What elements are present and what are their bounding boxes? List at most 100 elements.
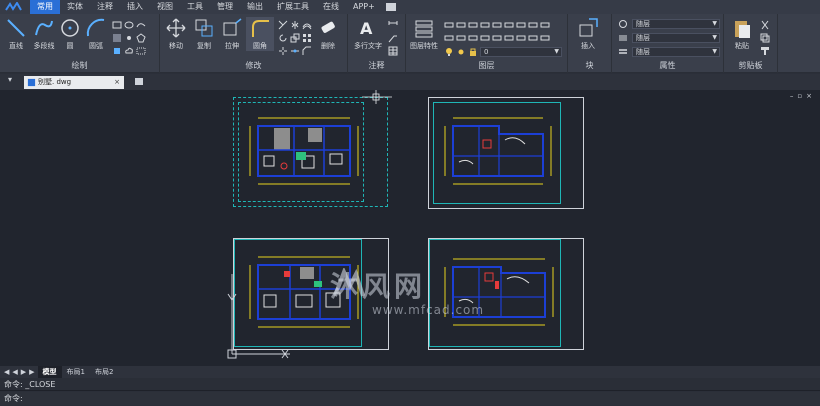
sun-icon[interactable] — [456, 47, 466, 57]
leader-icon[interactable] — [388, 33, 398, 43]
layer-tool-icon[interactable] — [540, 20, 550, 30]
app-logo-icon[interactable] — [0, 0, 30, 14]
offset-icon[interactable] — [302, 20, 312, 30]
layer-properties-button[interactable]: 图层特性 — [408, 17, 440, 51]
layer-tool-icon[interactable] — [516, 33, 526, 43]
rotate-icon[interactable] — [278, 33, 288, 43]
floor-plan-drawing — [444, 117, 552, 185]
layer-tool-icon[interactable] — [516, 20, 526, 30]
drawing-canvas[interactable]: –▫× 沐风网 www.mfcad.com — [0, 90, 820, 366]
circle-label: 圆 — [66, 42, 74, 50]
point-icon[interactable] — [124, 33, 134, 43]
layer-tool-icon[interactable] — [444, 20, 454, 30]
layer-tool-icon[interactable] — [492, 20, 502, 30]
tab-extended-tools[interactable]: 扩展工具 — [270, 0, 316, 14]
tab-model[interactable]: 模型 — [37, 366, 62, 378]
group-properties: 随层 ▼ 随层 ▼ 随层 ▼ 属性 — [612, 14, 724, 73]
copy-button[interactable]: 复制 — [190, 17, 218, 51]
tab-insert[interactable]: 插入 — [120, 0, 150, 14]
paste-button[interactable]: 粘贴 — [728, 17, 756, 51]
tab-online[interactable]: 在线 — [316, 0, 346, 14]
cut-icon[interactable] — [760, 20, 770, 30]
region-icon[interactable] — [112, 46, 122, 56]
layer-tool-icon[interactable] — [528, 20, 538, 30]
revcloud-icon[interactable] — [124, 46, 134, 56]
menu-dropdown-icon[interactable]: ▾ — [8, 75, 12, 84]
drawing-sheet-1[interactable] — [233, 97, 388, 207]
linear-dimension-icon[interactable] — [388, 20, 398, 30]
scale-icon[interactable] — [290, 33, 300, 43]
command-input-line[interactable]: 命令: — [0, 392, 820, 405]
layer-tool-icon[interactable] — [456, 20, 466, 30]
viewport-window-controls[interactable]: –▫× — [790, 92, 816, 100]
layer-tool-icon[interactable] — [468, 33, 478, 43]
tab-layout2[interactable]: 布局2 — [90, 366, 118, 378]
ellipse-icon[interactable] — [124, 20, 134, 30]
layer-tool-icon[interactable] — [468, 20, 478, 30]
group-clipboard: 粘贴 剪贴板 — [724, 14, 778, 73]
spline-icon[interactable] — [136, 20, 146, 30]
stretch-button[interactable]: 拉伸 — [218, 17, 246, 51]
layer-tool-icon[interactable] — [480, 33, 490, 43]
polyline-label: 多段线 — [33, 42, 55, 50]
layer-tool-icon[interactable] — [480, 20, 490, 30]
format-painter-icon[interactable] — [760, 46, 770, 56]
array-icon[interactable] — [302, 33, 312, 43]
new-tab-icon[interactable] — [134, 77, 144, 86]
insert-block-button[interactable]: 插入 — [574, 17, 602, 51]
hatch-icon[interactable] — [112, 33, 122, 43]
tab-tools[interactable]: 工具 — [180, 0, 210, 14]
tab-app-plus[interactable]: APP+ — [346, 0, 382, 14]
layer-tool-icon[interactable] — [528, 33, 538, 43]
layer-tool-icon[interactable] — [504, 20, 514, 30]
arc-button[interactable]: 圆弧 — [82, 17, 110, 51]
lineweight-dropdown[interactable]: 随层 ▼ — [632, 47, 720, 57]
lightbulb-icon[interactable] — [444, 47, 454, 57]
ribbon-minimize-icon[interactable] — [385, 3, 396, 11]
line-button[interactable]: 直线 — [2, 17, 30, 51]
stretch-icon — [223, 18, 242, 36]
polyline-button[interactable]: 多段线 — [30, 17, 58, 51]
join-icon[interactable] — [290, 46, 300, 56]
match-properties-icon[interactable] — [618, 19, 628, 29]
mirror-icon[interactable] — [290, 20, 300, 30]
layer-tool-icon[interactable] — [504, 33, 514, 43]
layer-tool-icon[interactable] — [456, 33, 466, 43]
linetype-dropdown[interactable]: 随层 ▼ — [632, 33, 720, 43]
tab-output[interactable]: 输出 — [240, 0, 270, 14]
close-viewport-icon[interactable]: × — [806, 92, 816, 100]
mtext-button[interactable]: A 多行文字 — [350, 17, 386, 51]
tab-annotate[interactable]: 注释 — [90, 0, 120, 14]
fillet-label: 圆角 — [253, 42, 267, 50]
tab-solid[interactable]: 实体 — [60, 0, 90, 14]
tab-layout1[interactable]: 布局1 — [62, 366, 90, 378]
tab-home[interactable]: 常用 — [30, 0, 60, 14]
table-icon[interactable] — [388, 46, 398, 56]
trim-icon[interactable] — [278, 20, 288, 30]
lock-icon[interactable] — [468, 47, 478, 57]
explode-icon[interactable] — [278, 46, 288, 56]
layer-tool-icon[interactable] — [540, 33, 550, 43]
erase-button[interactable]: 删除 — [314, 17, 342, 51]
circle-button[interactable]: 圆 — [56, 17, 84, 51]
chamfer-icon[interactable] — [302, 46, 312, 56]
tab-manage[interactable]: 管理 — [210, 0, 240, 14]
dwg-file-icon — [27, 78, 36, 87]
move-button[interactable]: 移动 — [162, 17, 190, 51]
tab-view[interactable]: 视图 — [150, 0, 180, 14]
fillet-button[interactable]: 圆角 — [246, 17, 274, 51]
drawing-sheet-2[interactable] — [428, 97, 584, 209]
document-tab[interactable]: 别墅. dwg × — [24, 76, 124, 89]
close-icon[interactable]: × — [114, 76, 120, 89]
polygon-icon[interactable] — [136, 33, 146, 43]
layer-dropdown[interactable]: 0 ▼ — [480, 47, 562, 57]
restore-icon[interactable]: ▫ — [797, 92, 806, 100]
copy-clip-icon[interactable] — [760, 33, 770, 43]
rectangle-icon[interactable] — [112, 20, 122, 30]
layer-tool-icon[interactable] — [444, 33, 454, 43]
layout-nav-arrows-icon[interactable]: ◀◀▶▶ — [4, 368, 38, 376]
wipeout-icon[interactable] — [136, 46, 146, 56]
layer-tool-icon[interactable] — [492, 33, 502, 43]
annotation-group-label: 注释 — [368, 61, 385, 70]
color-dropdown[interactable]: 随层 ▼ — [632, 19, 720, 29]
